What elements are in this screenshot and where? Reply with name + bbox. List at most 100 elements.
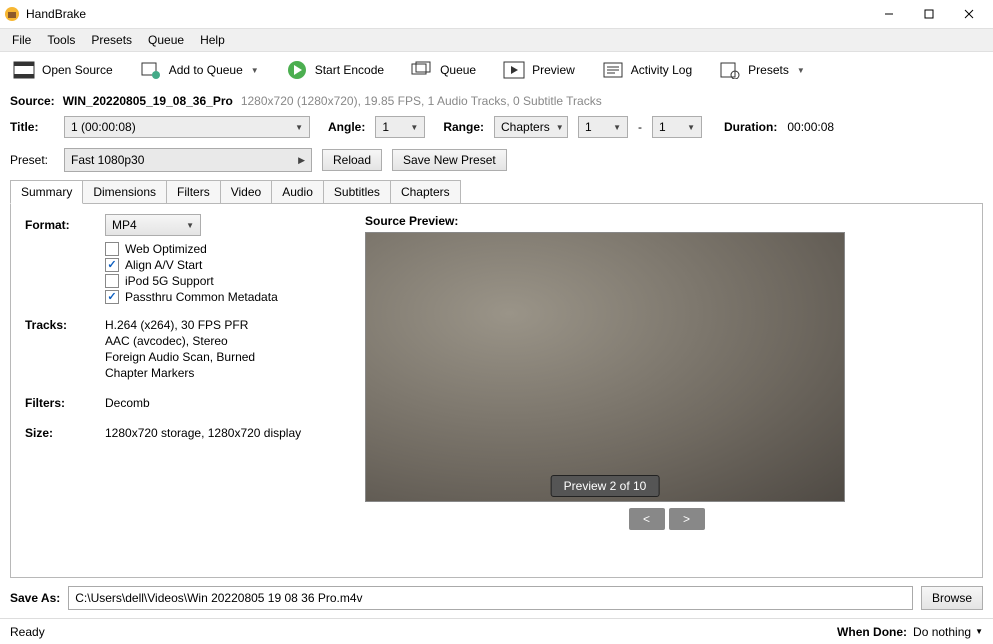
save-new-preset-button[interactable]: Save New Preset bbox=[392, 149, 507, 171]
checkbox-icon bbox=[105, 242, 119, 256]
preview-prev-button[interactable]: < bbox=[629, 508, 665, 530]
title-value: 1 (00:00:08) bbox=[71, 120, 136, 134]
tab-video[interactable]: Video bbox=[220, 180, 272, 204]
filters-label: Filters: bbox=[25, 396, 105, 412]
tab-filters[interactable]: Filters bbox=[166, 180, 221, 204]
menu-help[interactable]: Help bbox=[192, 29, 233, 51]
size-label: Size: bbox=[25, 426, 105, 442]
chevron-right-icon: ▶ bbox=[298, 155, 305, 166]
format-select[interactable]: MP4▼ bbox=[105, 214, 201, 236]
queue-add-icon bbox=[139, 60, 163, 80]
track-line: AAC (avcodec), Stereo bbox=[105, 334, 345, 348]
range-from-select[interactable]: 1▼ bbox=[578, 116, 628, 138]
preset-select[interactable]: Fast 1080p30 ▶ bbox=[64, 148, 312, 172]
range-label: Range: bbox=[443, 120, 484, 134]
chevron-down-icon: ▼ bbox=[295, 123, 303, 132]
preset-value: Fast 1080p30 bbox=[71, 153, 144, 167]
open-source-button[interactable]: Open Source bbox=[6, 58, 119, 82]
titlebar: HandBrake bbox=[0, 0, 993, 28]
preset-row: Preset: Fast 1080p30 ▶ Reload Save New Pr… bbox=[0, 142, 993, 180]
maximize-button[interactable] bbox=[909, 0, 949, 28]
film-icon bbox=[12, 60, 36, 80]
log-icon bbox=[601, 60, 625, 80]
angle-select[interactable]: 1▼ bbox=[375, 116, 425, 138]
tab-chapters[interactable]: Chapters bbox=[390, 180, 461, 204]
track-line: Foreign Audio Scan, Burned bbox=[105, 350, 345, 364]
menu-queue[interactable]: Queue bbox=[140, 29, 192, 51]
activity-log-label: Activity Log bbox=[631, 63, 692, 77]
status-bar: Ready When Done: Do nothing▼ bbox=[0, 618, 993, 644]
duration-label: Duration: bbox=[724, 120, 777, 134]
summary-preview: Source Preview: Preview 2 of 10 < > bbox=[365, 214, 968, 567]
ipod-label: iPod 5G Support bbox=[125, 274, 214, 288]
app-logo-icon bbox=[4, 6, 20, 22]
menu-tools[interactable]: Tools bbox=[39, 29, 83, 51]
presets-button[interactable]: Presets ▼ bbox=[712, 58, 811, 82]
minimize-button[interactable] bbox=[869, 0, 909, 28]
chevron-down-icon: ▼ bbox=[797, 66, 805, 75]
menu-file[interactable]: File bbox=[4, 29, 39, 51]
start-encode-label: Start Encode bbox=[315, 63, 384, 77]
chevron-down-icon: ▼ bbox=[251, 66, 259, 75]
chevron-down-icon: ▼ bbox=[613, 123, 621, 132]
chevron-down-icon: ▼ bbox=[186, 221, 194, 230]
range-to-select[interactable]: 1▼ bbox=[652, 116, 702, 138]
range-type-value: Chapters bbox=[501, 120, 550, 134]
chevron-down-icon: ▼ bbox=[410, 123, 418, 132]
web-optimized-label: Web Optimized bbox=[125, 242, 207, 256]
play-icon bbox=[285, 60, 309, 80]
queue-label: Queue bbox=[440, 63, 476, 77]
tab-dimensions[interactable]: Dimensions bbox=[82, 180, 167, 204]
reload-button[interactable]: Reload bbox=[322, 149, 382, 171]
preview-next-button[interactable]: > bbox=[669, 508, 705, 530]
browse-button[interactable]: Browse bbox=[921, 586, 983, 610]
web-optimized-checkbox[interactable]: Web Optimized bbox=[105, 242, 345, 256]
angle-value: 1 bbox=[382, 120, 389, 134]
preset-label: Preset: bbox=[10, 153, 54, 167]
passthru-label: Passthru Common Metadata bbox=[125, 290, 278, 304]
tab-audio[interactable]: Audio bbox=[271, 180, 324, 204]
tab-subtitles[interactable]: Subtitles bbox=[323, 180, 391, 204]
align-av-checkbox[interactable]: Align A/V Start bbox=[105, 258, 345, 272]
summary-left: Format: MP4▼ Web Optimized Align A/V Sta… bbox=[25, 214, 345, 567]
size-value: 1280x720 storage, 1280x720 display bbox=[105, 426, 345, 440]
title-select[interactable]: 1 (00:00:08) ▼ bbox=[64, 116, 310, 138]
title-row: Title: 1 (00:00:08)▼ Angle: 1▼ Range: Ch… bbox=[0, 112, 993, 142]
title-label: Title: bbox=[10, 120, 54, 134]
summary-panel: Format: MP4▼ Web Optimized Align A/V Sta… bbox=[10, 203, 983, 578]
source-name: WIN_20220805_19_08_36_Pro bbox=[63, 94, 233, 108]
queue-button[interactable]: Queue bbox=[404, 58, 482, 82]
presets-gear-icon bbox=[718, 60, 742, 80]
source-preview-label: Source Preview: bbox=[365, 214, 968, 228]
angle-label: Angle: bbox=[328, 120, 365, 134]
source-preview-image: Preview 2 of 10 bbox=[365, 232, 845, 502]
range-type-select[interactable]: Chapters▼ bbox=[494, 116, 568, 138]
menu-presets[interactable]: Presets bbox=[83, 29, 140, 51]
ipod-checkbox[interactable]: iPod 5G Support bbox=[105, 274, 345, 288]
tab-summary[interactable]: Summary bbox=[10, 180, 83, 204]
when-done-select[interactable]: Do nothing▼ bbox=[913, 625, 983, 639]
presets-label: Presets bbox=[748, 63, 789, 77]
save-as-label: Save As: bbox=[10, 591, 60, 605]
queue-icon bbox=[410, 60, 434, 80]
start-encode-button[interactable]: Start Encode bbox=[279, 58, 390, 82]
checkbox-checked-icon bbox=[105, 290, 119, 304]
preview-icon bbox=[502, 60, 526, 80]
when-done-value: Do nothing bbox=[913, 625, 971, 639]
add-to-queue-button[interactable]: Add to Queue ▼ bbox=[133, 58, 265, 82]
filters-value: Decomb bbox=[105, 396, 345, 410]
status-text: Ready bbox=[10, 625, 45, 639]
save-as-value: C:\Users\dell\Videos\Win 20220805 19 08 … bbox=[75, 591, 362, 605]
tab-bar: Summary Dimensions Filters Video Audio S… bbox=[10, 180, 983, 204]
source-row: Source: WIN_20220805_19_08_36_Pro 1280x7… bbox=[0, 88, 993, 112]
window-title: HandBrake bbox=[26, 7, 869, 21]
close-button[interactable] bbox=[949, 0, 989, 28]
save-as-input[interactable]: C:\Users\dell\Videos\Win 20220805 19 08 … bbox=[68, 586, 913, 610]
range-from-value: 1 bbox=[585, 120, 592, 134]
source-label: Source: bbox=[10, 94, 55, 108]
preview-button[interactable]: Preview bbox=[496, 58, 581, 82]
activity-log-button[interactable]: Activity Log bbox=[595, 58, 698, 82]
menubar: File Tools Presets Queue Help bbox=[0, 28, 993, 52]
checkbox-checked-icon bbox=[105, 258, 119, 272]
passthru-checkbox[interactable]: Passthru Common Metadata bbox=[105, 290, 345, 304]
